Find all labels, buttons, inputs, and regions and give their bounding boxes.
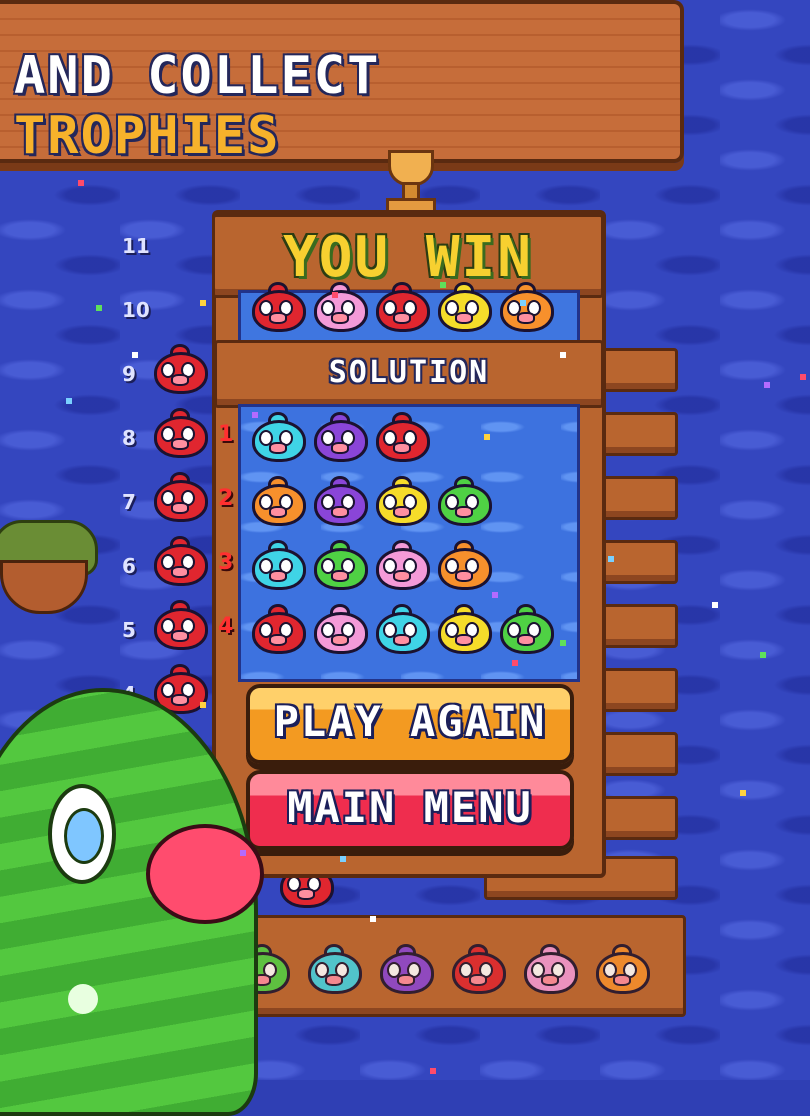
- confetti-piece: [440, 282, 446, 288]
- grid-fish-orange: [436, 540, 492, 590]
- feedback-plank: [596, 796, 678, 840]
- palette-fish-pink[interactable]: [522, 944, 578, 994]
- confetti-piece: [560, 352, 566, 358]
- confetti-piece: [492, 592, 498, 598]
- title-banner: AND COLLECT TROPHIES: [0, 0, 684, 166]
- confetti-piece: [240, 850, 246, 856]
- row-number: 9: [122, 362, 136, 386]
- grid-fish-pink: [374, 540, 430, 590]
- grid-fish-purple: [312, 476, 368, 526]
- feedback-plank: [596, 540, 678, 584]
- confetti-piece: [96, 305, 102, 311]
- confetti-piece: [252, 412, 258, 418]
- row-number: 11: [122, 234, 150, 258]
- mascot-lips: [146, 824, 264, 924]
- solution-label: SOLUTION: [328, 355, 490, 390]
- grid-fish-cyan: [250, 412, 306, 462]
- win-text: YOU WIN: [282, 225, 533, 290]
- main-menu-button[interactable]: MAIN MENU: [246, 770, 574, 850]
- feedback-plank: [596, 348, 678, 392]
- palette-fish-red[interactable]: [450, 944, 506, 994]
- rank-number: 1: [218, 422, 234, 447]
- palette-fish-orange[interactable]: [594, 944, 650, 994]
- grid-fish-yellow: [436, 604, 492, 654]
- confetti-piece: [370, 916, 376, 922]
- island-dirt: [0, 560, 88, 614]
- confetti-piece: [78, 180, 84, 186]
- confetti-piece: [608, 556, 614, 562]
- confetti-piece: [340, 856, 346, 862]
- grid-fish-cyan: [250, 540, 306, 590]
- grid-fish-green: [312, 540, 368, 590]
- confetti-piece: [512, 660, 518, 666]
- palette-fish-purple[interactable]: [378, 944, 434, 994]
- answer-fish-red: [250, 282, 306, 332]
- confetti-piece: [484, 434, 490, 440]
- confetti-piece: [430, 1068, 436, 1074]
- banner-text: AND COLLECT TROPHIES: [14, 46, 680, 166]
- grid-fish-purple: [312, 412, 368, 462]
- grid-fish-red: [250, 604, 306, 654]
- confetti-piece: [800, 374, 806, 380]
- answer-fish-pink: [312, 282, 368, 332]
- grid-fish-yellow: [374, 476, 430, 526]
- attempt-fish-red: [152, 344, 208, 394]
- mascot-spot: [68, 984, 98, 1014]
- feedback-plank: [596, 412, 678, 456]
- attempt-fish-red: [152, 600, 208, 650]
- attempt-fish-red: [152, 408, 208, 458]
- confetti-piece: [560, 640, 566, 646]
- solution-plank: SOLUTION: [214, 340, 604, 408]
- feedback-plank: [596, 476, 678, 520]
- banner-text-plain: AND COLLECT: [14, 46, 381, 106]
- attempt-fish-red: [152, 472, 208, 522]
- grid-fish-green: [498, 604, 554, 654]
- mascot-eye: [48, 784, 116, 884]
- rank-number: 4: [218, 614, 234, 639]
- grid-fish-pink: [312, 604, 368, 654]
- row-number: 10: [122, 298, 150, 322]
- trophy-icon: [378, 150, 438, 214]
- rank-number: 2: [218, 486, 234, 511]
- attempt-fish-red: [152, 536, 208, 586]
- confetti-piece: [132, 352, 138, 358]
- grid-fish-green: [436, 476, 492, 526]
- grid-fish-cyan: [374, 604, 430, 654]
- confetti-piece: [200, 702, 206, 708]
- confetti-piece: [66, 398, 72, 404]
- row-number: 6: [122, 554, 136, 578]
- confetti-piece: [740, 790, 746, 796]
- feedback-plank: [596, 604, 678, 648]
- row-number: 5: [122, 618, 136, 642]
- confetti-piece: [712, 602, 718, 608]
- palette-fish-cyan[interactable]: [306, 944, 362, 994]
- answer-fish-red: [374, 282, 430, 332]
- feedback-plank: [596, 668, 678, 712]
- feedback-plank: [596, 732, 678, 776]
- row-number: 8: [122, 426, 136, 450]
- confetti-piece: [760, 652, 766, 658]
- banner-text-highlight: TROPHIES: [14, 106, 281, 166]
- row-number: 7: [122, 490, 136, 514]
- confetti-piece: [520, 300, 526, 306]
- confetti-piece: [332, 292, 338, 298]
- confetti-piece: [764, 382, 770, 388]
- grid-fish-orange: [250, 476, 306, 526]
- island: [0, 520, 98, 614]
- confetti-piece: [200, 300, 206, 306]
- rank-number: 3: [218, 550, 234, 575]
- answer-fish-yellow: [436, 282, 492, 332]
- grid-fish-red: [374, 412, 430, 462]
- mascot-fish: [0, 688, 264, 1116]
- play-again-button[interactable]: PLAY AGAIN: [246, 684, 574, 764]
